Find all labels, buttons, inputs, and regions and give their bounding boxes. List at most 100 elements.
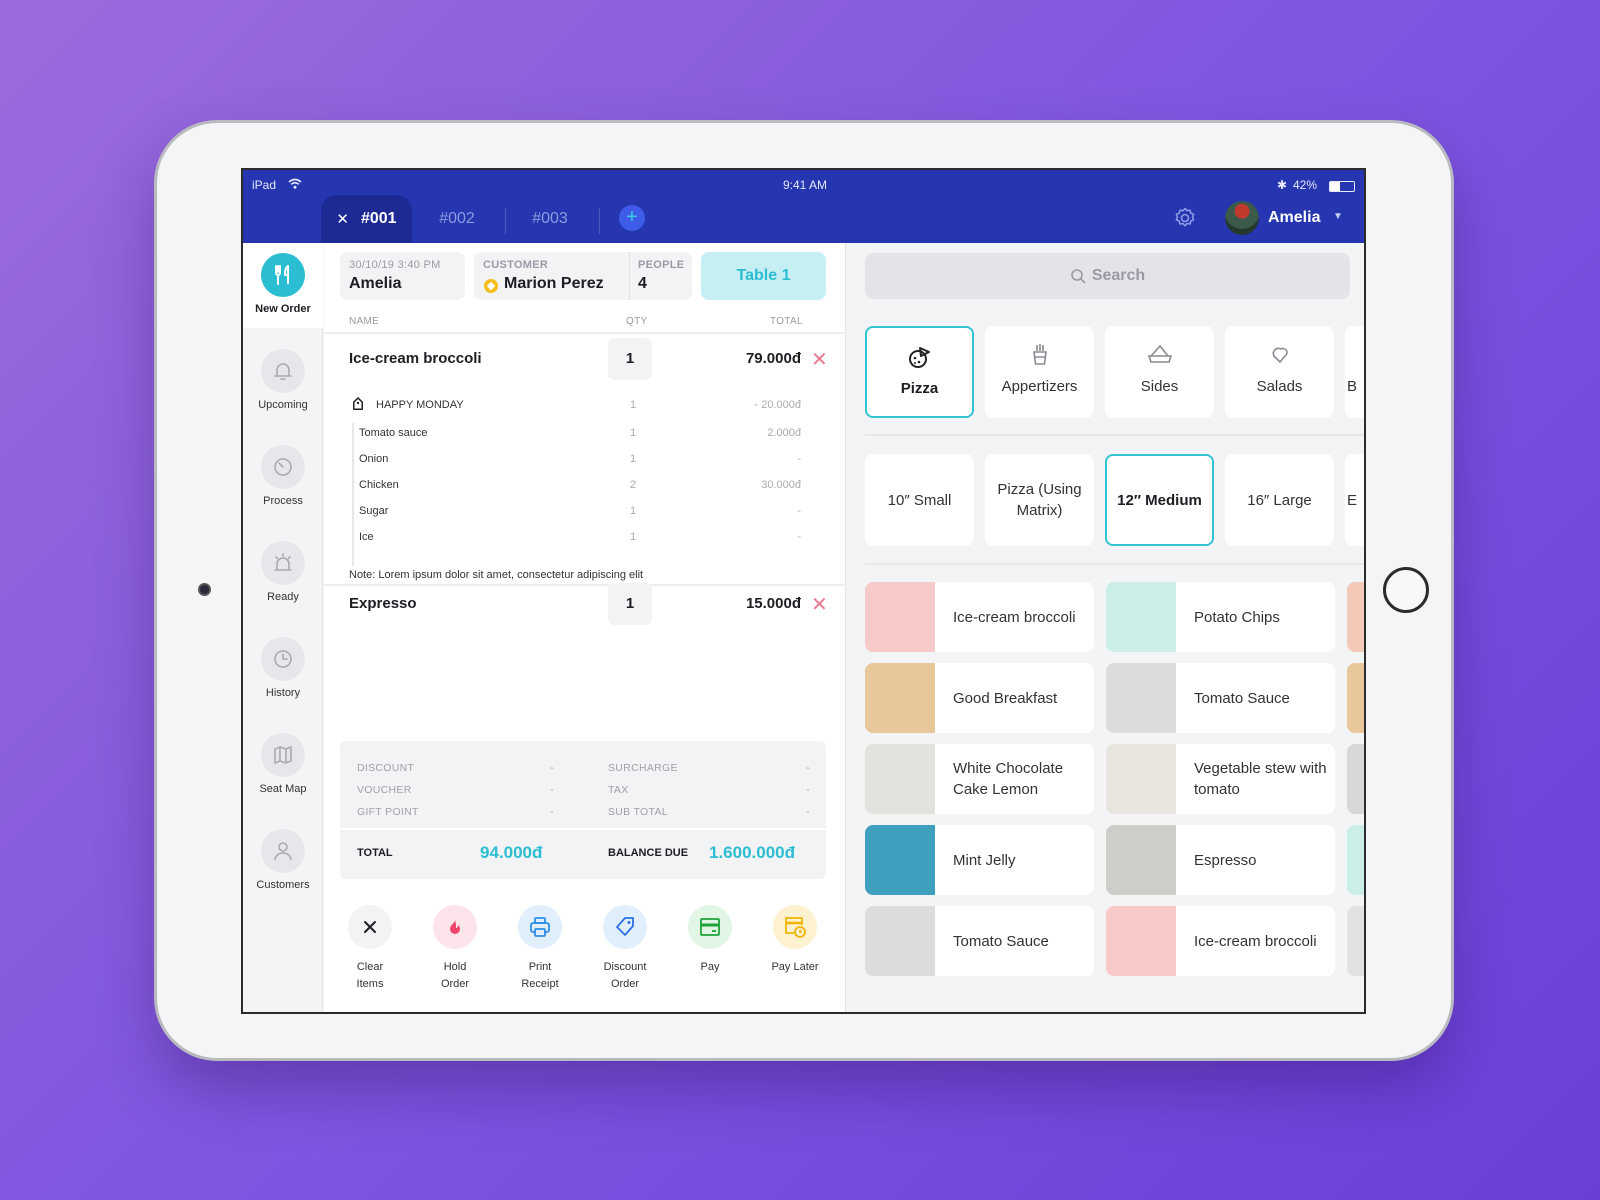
top-bar: iPad 9:41 AM ✱ 42% ✕ #001 #002 #003 + Am… xyxy=(243,170,1364,243)
action-label: Items xyxy=(356,978,384,990)
size-option[interactable]: Pizza (Using Matrix) xyxy=(985,454,1094,546)
voucher-value: - xyxy=(550,784,554,796)
home-button[interactable] xyxy=(1383,567,1429,613)
order-item-name[interactable]: Ice-cream broccoli xyxy=(349,350,482,367)
product-name: Good Breakfast xyxy=(953,689,1058,707)
pay-later-button[interactable]: Pay Later xyxy=(755,905,835,976)
discount-order-button[interactable]: Discount Order xyxy=(585,905,665,993)
sidebar-item-process[interactable]: Process xyxy=(243,445,323,507)
column-header-qty: QTY xyxy=(626,316,648,327)
people-label: PEOPLE xyxy=(638,259,685,271)
voucher-label: VOUCHER xyxy=(357,784,412,796)
close-tab-icon[interactable]: ✕ xyxy=(336,210,349,228)
product-card[interactable]: Potato Chips xyxy=(1106,582,1335,652)
product-card[interactable]: Ice-cream broccoli xyxy=(865,582,1094,652)
sidebar-item-ready[interactable]: Ready xyxy=(243,541,323,603)
product-card[interactable]: Espresso xyxy=(1106,825,1335,895)
device-label: iPad xyxy=(252,178,277,192)
size-option[interactable]: 10″ Small xyxy=(865,454,974,546)
chevron-down-icon[interactable]: ▼ xyxy=(1333,211,1343,222)
bell-icon xyxy=(261,349,305,393)
action-label: Order xyxy=(610,978,640,990)
search-input[interactable]: Search xyxy=(865,253,1350,299)
sidebar-item-new-order[interactable]: New Order xyxy=(243,243,323,328)
tab-order-003[interactable]: #003 xyxy=(510,195,590,243)
product-card[interactable]: Mint Jelly xyxy=(865,825,1094,895)
product-card-partial[interactable] xyxy=(1347,906,1364,976)
sidebar-item-customers[interactable]: Customers xyxy=(243,829,323,891)
modifier-qty: 2 xyxy=(630,479,637,491)
total-value: 94.000đ xyxy=(480,843,543,862)
sidebar-item-label: Process xyxy=(263,495,303,507)
modifier-price: - xyxy=(797,531,801,543)
product-name: Espresso xyxy=(1194,851,1257,869)
product-card[interactable]: Good Breakfast xyxy=(865,663,1094,733)
sidebar: New Order Upcoming Process Ready History… xyxy=(243,243,323,1012)
hold-order-button[interactable]: Hold Order xyxy=(415,905,495,993)
surcharge-value: - xyxy=(806,762,810,774)
sidebar-item-seat-map[interactable]: Seat Map xyxy=(243,733,323,795)
order-item-name[interactable]: Expresso xyxy=(349,595,417,612)
tab-order-001[interactable]: ✕ #001 xyxy=(321,195,412,243)
size-option[interactable]: 16″ Large xyxy=(1225,454,1334,546)
remove-item-icon[interactable]: ✕ xyxy=(811,592,828,617)
settings-button[interactable] xyxy=(1173,206,1197,235)
promo-qty: 1 xyxy=(630,399,637,411)
sidebar-item-label: Customers xyxy=(256,879,310,891)
tab-order-002[interactable]: #002 xyxy=(417,195,497,243)
product-card-partial[interactable] xyxy=(1347,663,1364,733)
sidebar-item-upcoming[interactable]: Upcoming xyxy=(243,349,323,411)
category-partial[interactable]: B xyxy=(1345,326,1364,418)
print-receipt-button[interactable]: Print Receipt xyxy=(500,905,580,993)
table-button[interactable]: Table 1 xyxy=(701,252,826,300)
modifier-qty: 1 xyxy=(630,453,637,465)
category-pizza[interactable]: Pizza xyxy=(865,326,974,418)
customer-chip[interactable]: CUSTOMER Marion Perez PEOPLE 4 xyxy=(474,252,692,300)
product-image xyxy=(1106,825,1176,895)
category-salads[interactable]: Salads xyxy=(1225,326,1334,418)
product-card-partial[interactable] xyxy=(1347,744,1364,814)
product-image xyxy=(1106,663,1176,733)
order-datetime: 30/10/19 3:40 PM xyxy=(349,259,441,271)
sidebar-item-label: Seat Map xyxy=(259,783,307,795)
sidebar-item-history[interactable]: History xyxy=(243,637,323,699)
product-card-partial[interactable] xyxy=(1347,825,1364,895)
modifier-price: - xyxy=(797,453,801,465)
bread-icon xyxy=(1105,342,1214,370)
add-tab-button[interactable]: + xyxy=(619,205,645,231)
pay-button[interactable]: Pay xyxy=(670,905,750,976)
divider xyxy=(324,584,846,586)
avatar[interactable] xyxy=(1225,201,1259,235)
remove-item-icon[interactable]: ✕ xyxy=(811,347,828,372)
category-sides[interactable]: Sides xyxy=(1105,326,1214,418)
user-name[interactable]: Amelia xyxy=(1268,209,1320,227)
action-label: Pay xyxy=(700,961,720,973)
divider xyxy=(865,563,1364,565)
product-image xyxy=(1106,906,1176,976)
quantity-box[interactable]: 1 xyxy=(608,583,652,625)
divider xyxy=(865,434,1364,436)
category-appertizers[interactable]: Appertizers xyxy=(985,326,1094,418)
category-label: Appertizers xyxy=(1001,378,1078,395)
product-image xyxy=(1347,825,1364,895)
product-card[interactable]: Ice-cream broccoli xyxy=(1106,906,1335,976)
flame-icon xyxy=(433,905,477,949)
timer-icon xyxy=(261,445,305,489)
product-card[interactable]: Tomato Sauce xyxy=(865,906,1094,976)
product-card[interactable]: White Chocolate Cake Lemon xyxy=(865,744,1094,814)
balance-due-label: BALANCE DUE xyxy=(608,847,689,859)
modifier-name: Sugar xyxy=(359,505,389,517)
action-label: Clear xyxy=(356,961,384,973)
product-card[interactable]: Vegetable stew with tomato xyxy=(1106,744,1335,814)
order-item-total: 79.000đ xyxy=(745,350,801,367)
product-card-partial[interactable] xyxy=(1347,582,1364,652)
size-option-selected[interactable]: 12″ Medium xyxy=(1105,454,1214,546)
quantity-box[interactable]: 1 xyxy=(608,338,652,380)
tag-icon xyxy=(350,397,366,418)
size-option-partial[interactable]: E xyxy=(1345,454,1364,546)
modifier-price: 2.000đ xyxy=(767,427,801,439)
broccoli-icon xyxy=(1225,342,1334,370)
clear-items-button[interactable]: Clear Items xyxy=(330,905,410,993)
product-card[interactable]: Tomato Sauce xyxy=(1106,663,1335,733)
product-name: Ice-cream broccoli xyxy=(953,608,1076,626)
